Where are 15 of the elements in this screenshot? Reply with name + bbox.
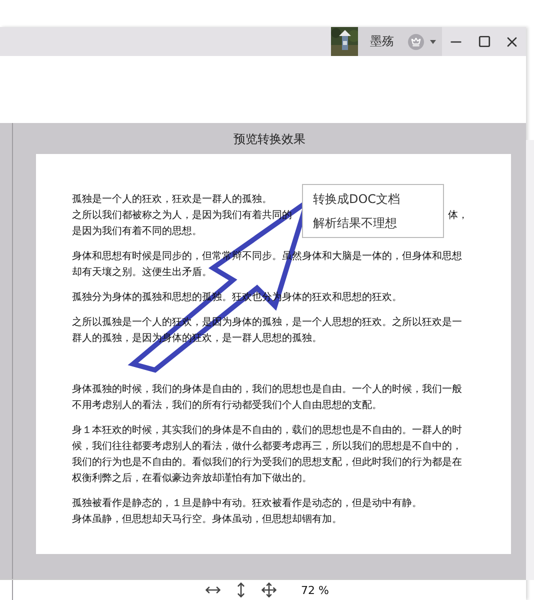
paragraph: 身１本狂欢的时候，其实我们的身体是不自由的，载们的思想也是不自由的。一群人的时候，我们往往都要考虑别人的看法，做什么都要考虑再三，所以我们的思想是不自中的，我们的行为也是不自由的。看似我们的行为受我们的思想支配，但此时我们的行为都是在权衡利弊之后，在看似豪边奔放却谨怕有加下做出的。 — [72, 424, 463, 486]
paragraph: 是因为我们有着不同的思想。 — [72, 224, 202, 239]
paragraph: 孤独被看作是静态的，１旦是静中有动。狂欢被看作是动态的，但是动中有静。 — [72, 496, 422, 511]
move-icon[interactable] — [261, 582, 277, 598]
preview-title: 预览转换效果 — [234, 131, 306, 148]
menu-item[interactable]: 解析结果不理想 — [303, 211, 443, 235]
zoom-level: 72 % — [301, 584, 329, 596]
paragraph: 孤独是一个人的狂欢，狂欢是一群人的孤独。 — [72, 192, 272, 207]
paragraph: 身体虽静，但思想却天马行空。身体虽动，但思想却锢有加。 — [72, 512, 342, 527]
menu-item[interactable]: 转换成DOC文档 — [303, 187, 443, 211]
caret-icon[interactable] — [430, 40, 436, 44]
user-name[interactable]: 墨殇 — [370, 33, 394, 50]
paragraph: 身体孤独的时候，我们的身体是自由的，我们的思想也是自由。一个人的时候，我们一般不用考虑别人的看法，我们的所有行动都受我们个人自由思想的支配。 — [72, 382, 463, 413]
maximize-icon[interactable] — [478, 35, 490, 48]
text-fragment: 体， — [448, 209, 468, 223]
